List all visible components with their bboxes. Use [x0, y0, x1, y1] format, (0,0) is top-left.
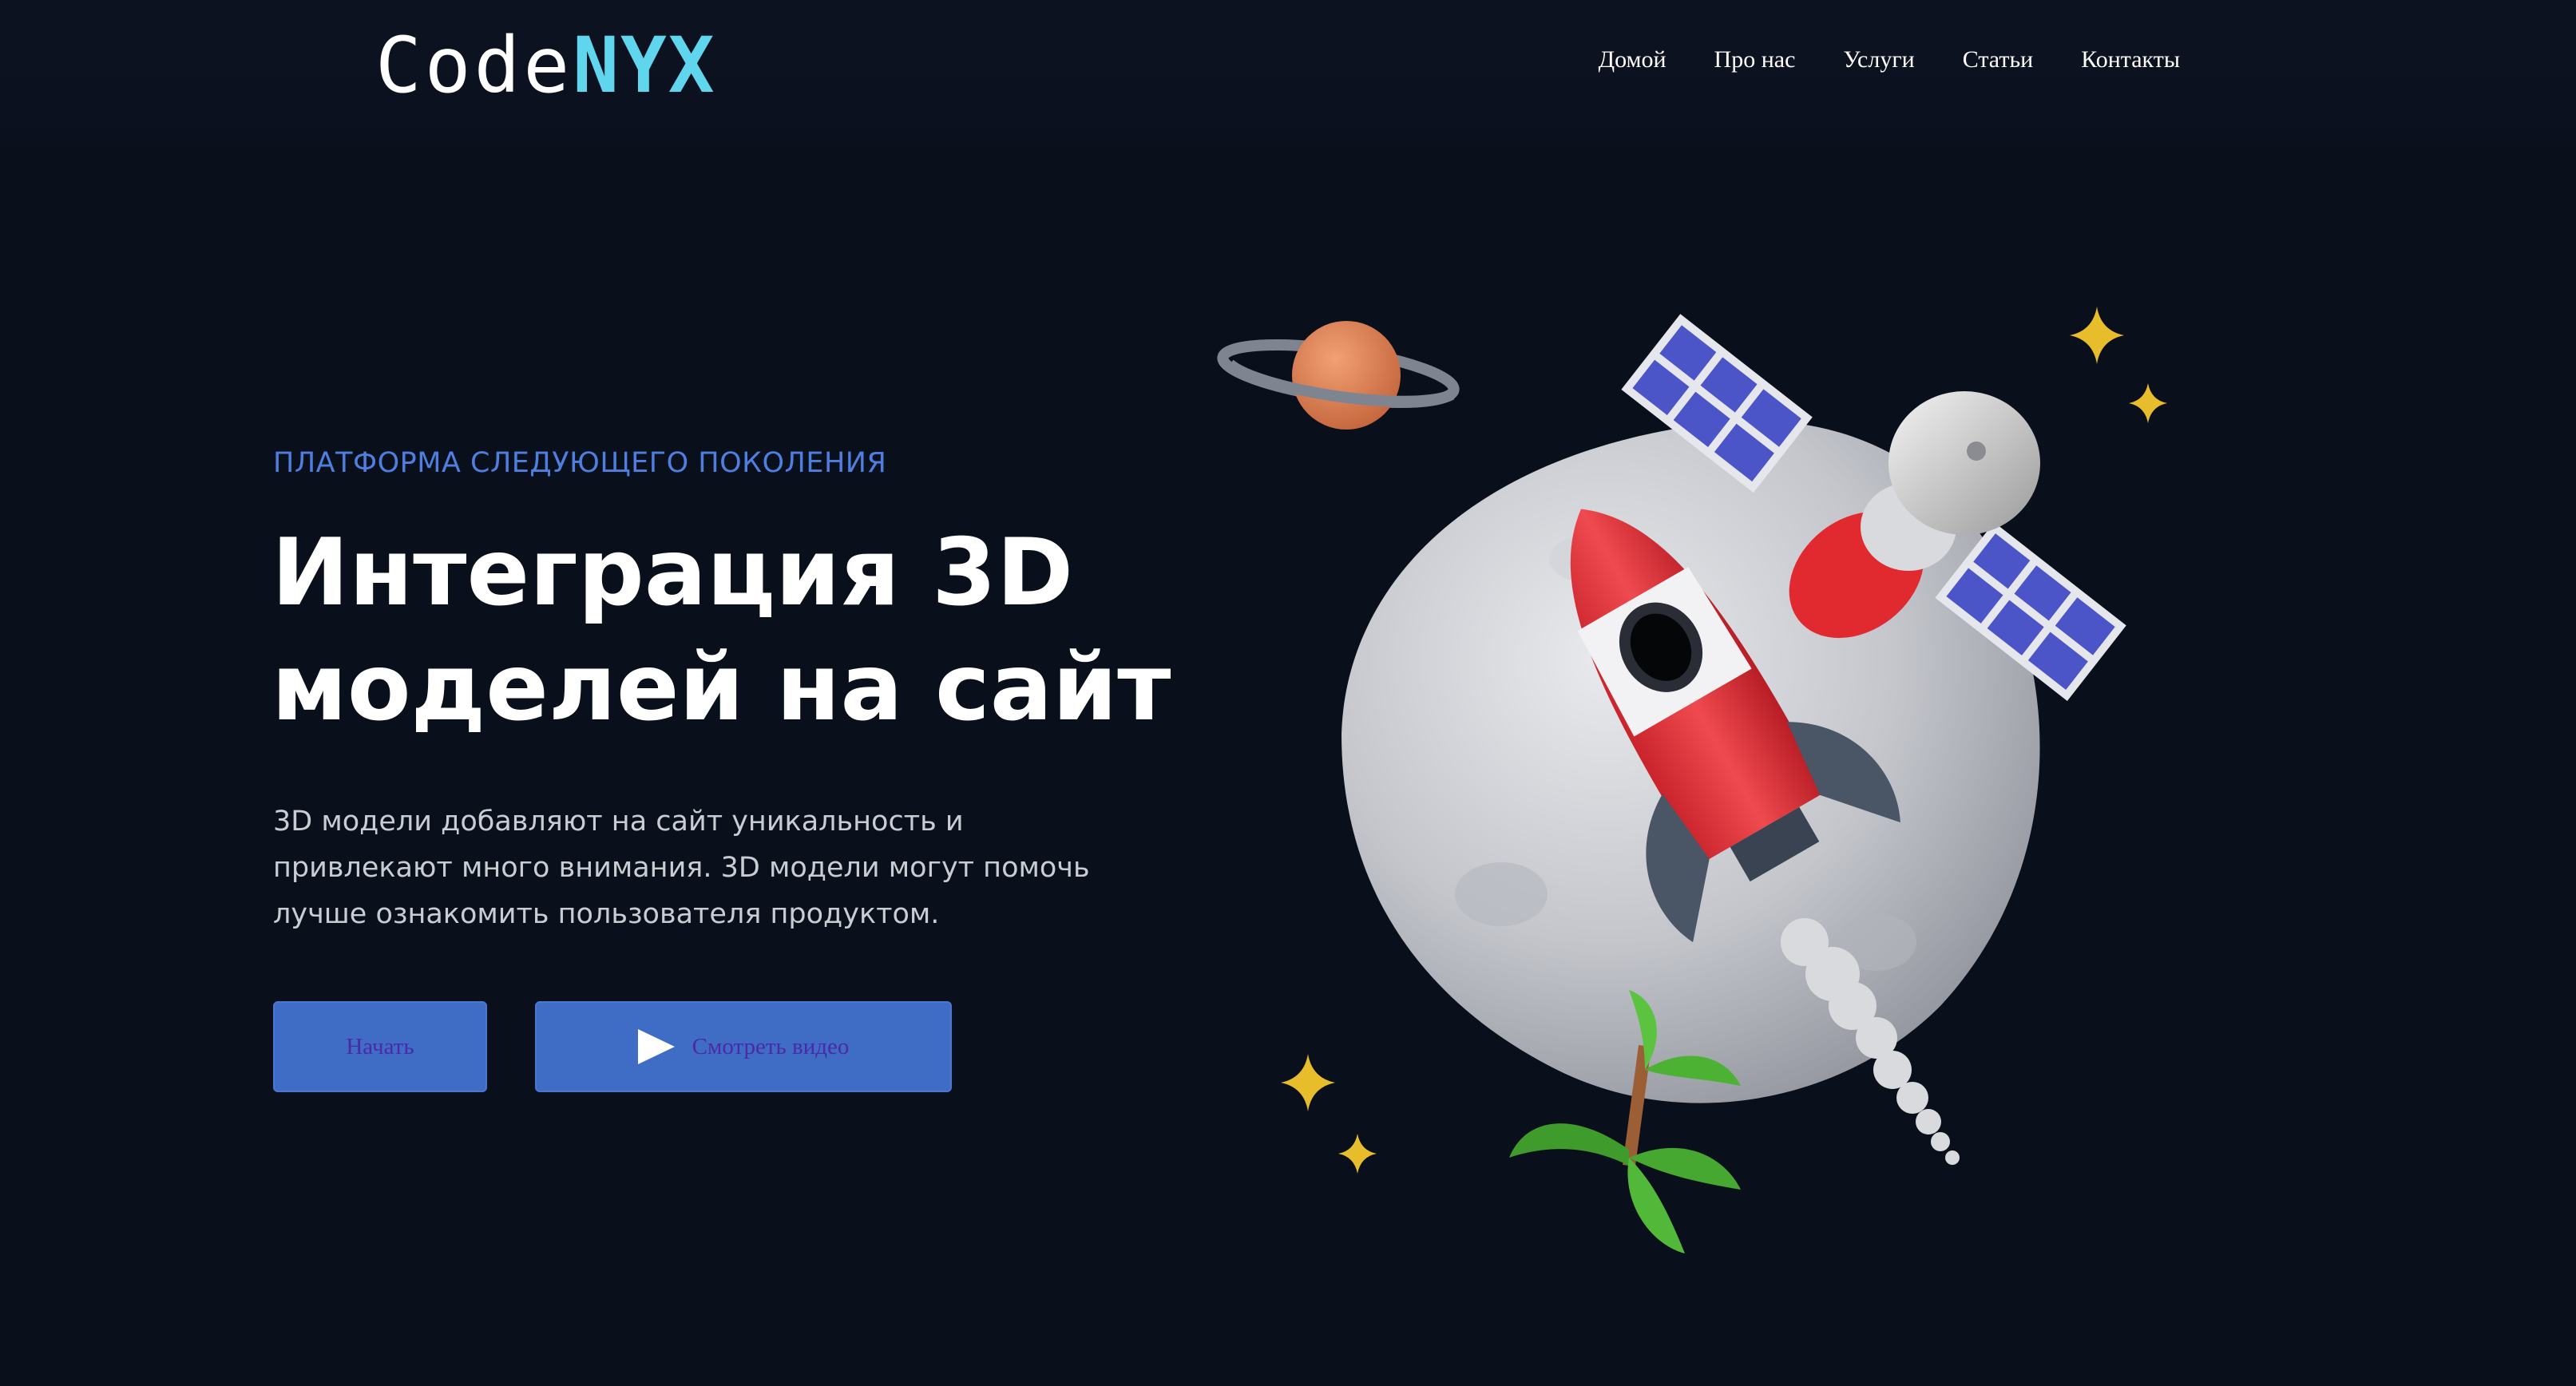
sparkle-star-icon	[2129, 383, 2167, 423]
nav-link-about[interactable]: Про нас	[1714, 46, 1796, 73]
nav-link-home[interactable]: Домой	[1599, 46, 1666, 73]
logo-nyx-text: NYX	[573, 21, 716, 110]
hero-description: 3D модели добавляют на сайт уникальность…	[273, 806, 1090, 930]
sparkle-star-icon	[1338, 1134, 1377, 1174]
site-header: Code NYX Домой Про нас Услуги Статьи Конт…	[0, 0, 2576, 152]
planet-icon	[1217, 321, 1460, 430]
main-nav: Домой Про нас Услуги Статьи Контакты	[1599, 46, 2180, 73]
logo-code-text: Code	[375, 21, 573, 110]
start-button-label: Начать	[346, 1033, 414, 1059]
start-button[interactable]: Начать	[273, 1001, 487, 1092]
watch-video-button[interactable]: Смотреть видео	[535, 1001, 952, 1092]
watch-video-label: Смотреть видео	[692, 1033, 850, 1059]
hero-title-line1: Интеграция 3D	[271, 519, 1074, 627]
logo[interactable]: Code NYX	[375, 26, 716, 105]
nav-link-services[interactable]: Услуги	[1843, 46, 1914, 73]
sparkle-star-icon	[1281, 1054, 1335, 1111]
hero-title: Интеграция 3D моделей на сайт	[271, 516, 1310, 746]
sparkle-star-icon	[2070, 307, 2124, 364]
nav-link-contacts[interactable]: Контакты	[2081, 46, 2180, 73]
hero-title-line2: моделей на сайт	[271, 634, 1171, 742]
nav-link-articles[interactable]: Статьи	[1963, 46, 2033, 73]
play-icon	[637, 1029, 675, 1064]
hero-illustration	[1198, 287, 2236, 1293]
hero-eyebrow: ПЛАТФОРМА СЛЕДУЮЩЕГО ПОКОЛЕНИЯ	[273, 447, 887, 479]
